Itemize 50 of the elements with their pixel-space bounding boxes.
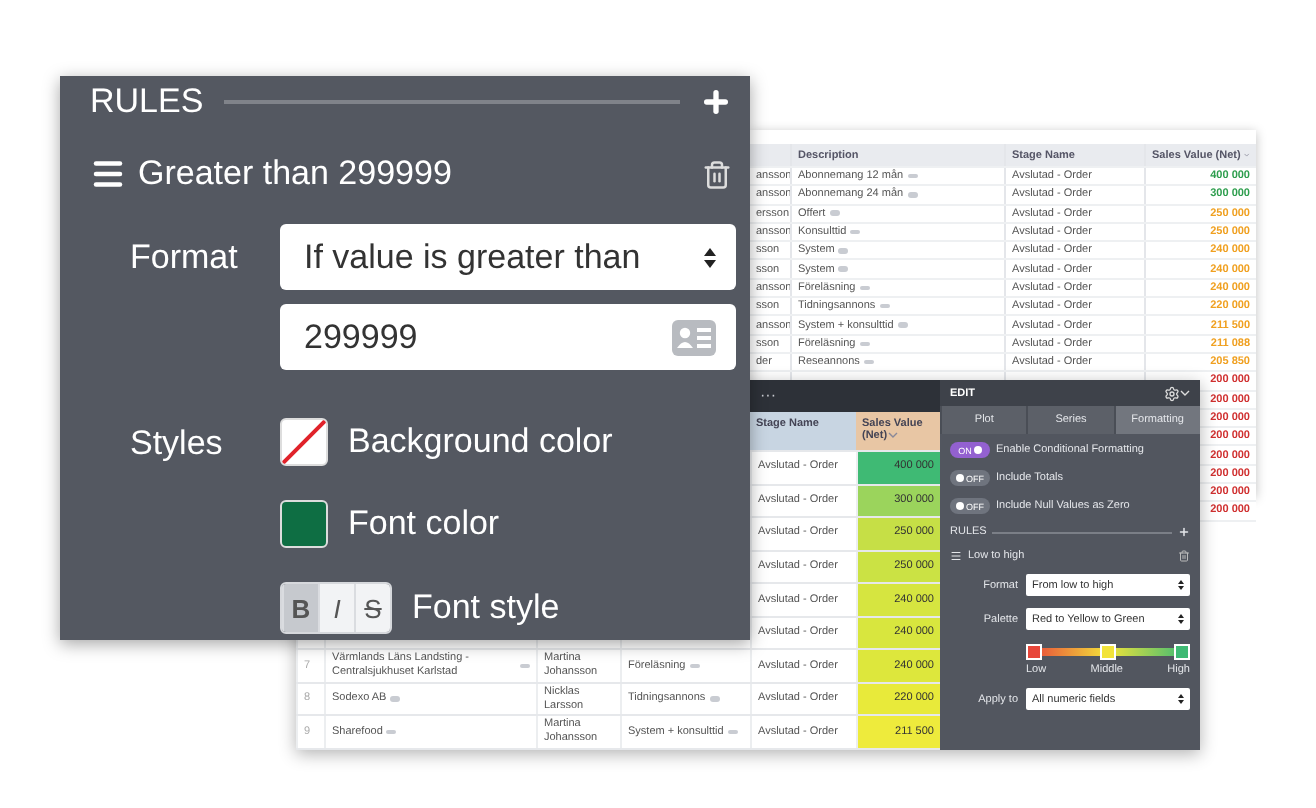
rule-name: Greater than 299999 xyxy=(138,154,454,194)
caret-icon xyxy=(1180,390,1190,396)
slider-handle[interactable] xyxy=(1026,643,1042,659)
tag-icon xyxy=(829,210,840,216)
field-label: Styles xyxy=(130,424,225,464)
up-down-arrows-icon xyxy=(704,247,716,267)
add-icon[interactable] xyxy=(700,86,732,118)
settings-icon[interactable] xyxy=(1164,385,1190,401)
style-label: Font style xyxy=(412,588,560,628)
palette-slider[interactable] xyxy=(1026,642,1190,660)
trash-icon[interactable] xyxy=(1178,550,1190,562)
tag-icon xyxy=(863,359,874,365)
tag-icon xyxy=(709,696,720,702)
tag-icon xyxy=(689,663,700,669)
more-menu[interactable]: ··· xyxy=(760,386,776,405)
select-field[interactable]: If value is greater than xyxy=(280,224,736,290)
tag-icon xyxy=(390,696,401,702)
tag-icon xyxy=(859,341,870,347)
tag-icon xyxy=(727,729,738,735)
sort-icon xyxy=(1244,152,1250,158)
menu-icon[interactable] xyxy=(90,156,126,192)
tag-icon xyxy=(520,663,530,669)
font-style-button[interactable]: S xyxy=(354,584,390,632)
tag-icon xyxy=(879,303,890,309)
contact-card-icon xyxy=(672,319,716,355)
tag-icon xyxy=(838,248,849,254)
slider-handle[interactable] xyxy=(1100,643,1116,659)
tag-icon xyxy=(386,729,397,735)
color-swatch[interactable] xyxy=(280,418,328,466)
up-down-arrows-icon xyxy=(1178,614,1184,624)
field-label: Format xyxy=(130,237,240,277)
tag-icon xyxy=(907,173,918,179)
up-down-arrows-icon xyxy=(1178,694,1184,704)
menu-icon[interactable] xyxy=(950,550,962,562)
style-label: Font color xyxy=(348,504,500,544)
style-label: Background color xyxy=(348,422,613,462)
font-style-button[interactable]: B xyxy=(282,584,318,632)
up-down-arrows-icon xyxy=(1178,580,1184,590)
sort-icon xyxy=(887,431,898,438)
trash-icon[interactable] xyxy=(702,159,732,189)
tag-icon xyxy=(897,322,908,328)
tag-icon xyxy=(838,266,849,272)
slider-handle[interactable] xyxy=(1174,643,1190,659)
tag-icon xyxy=(859,285,870,291)
section-title: RULES xyxy=(90,82,204,122)
tag-icon xyxy=(907,192,918,198)
tag-icon xyxy=(850,229,861,235)
add-icon[interactable] xyxy=(1178,526,1190,538)
input-field[interactable]: 299999 xyxy=(280,304,736,370)
font-style-button[interactable]: I xyxy=(318,584,354,632)
